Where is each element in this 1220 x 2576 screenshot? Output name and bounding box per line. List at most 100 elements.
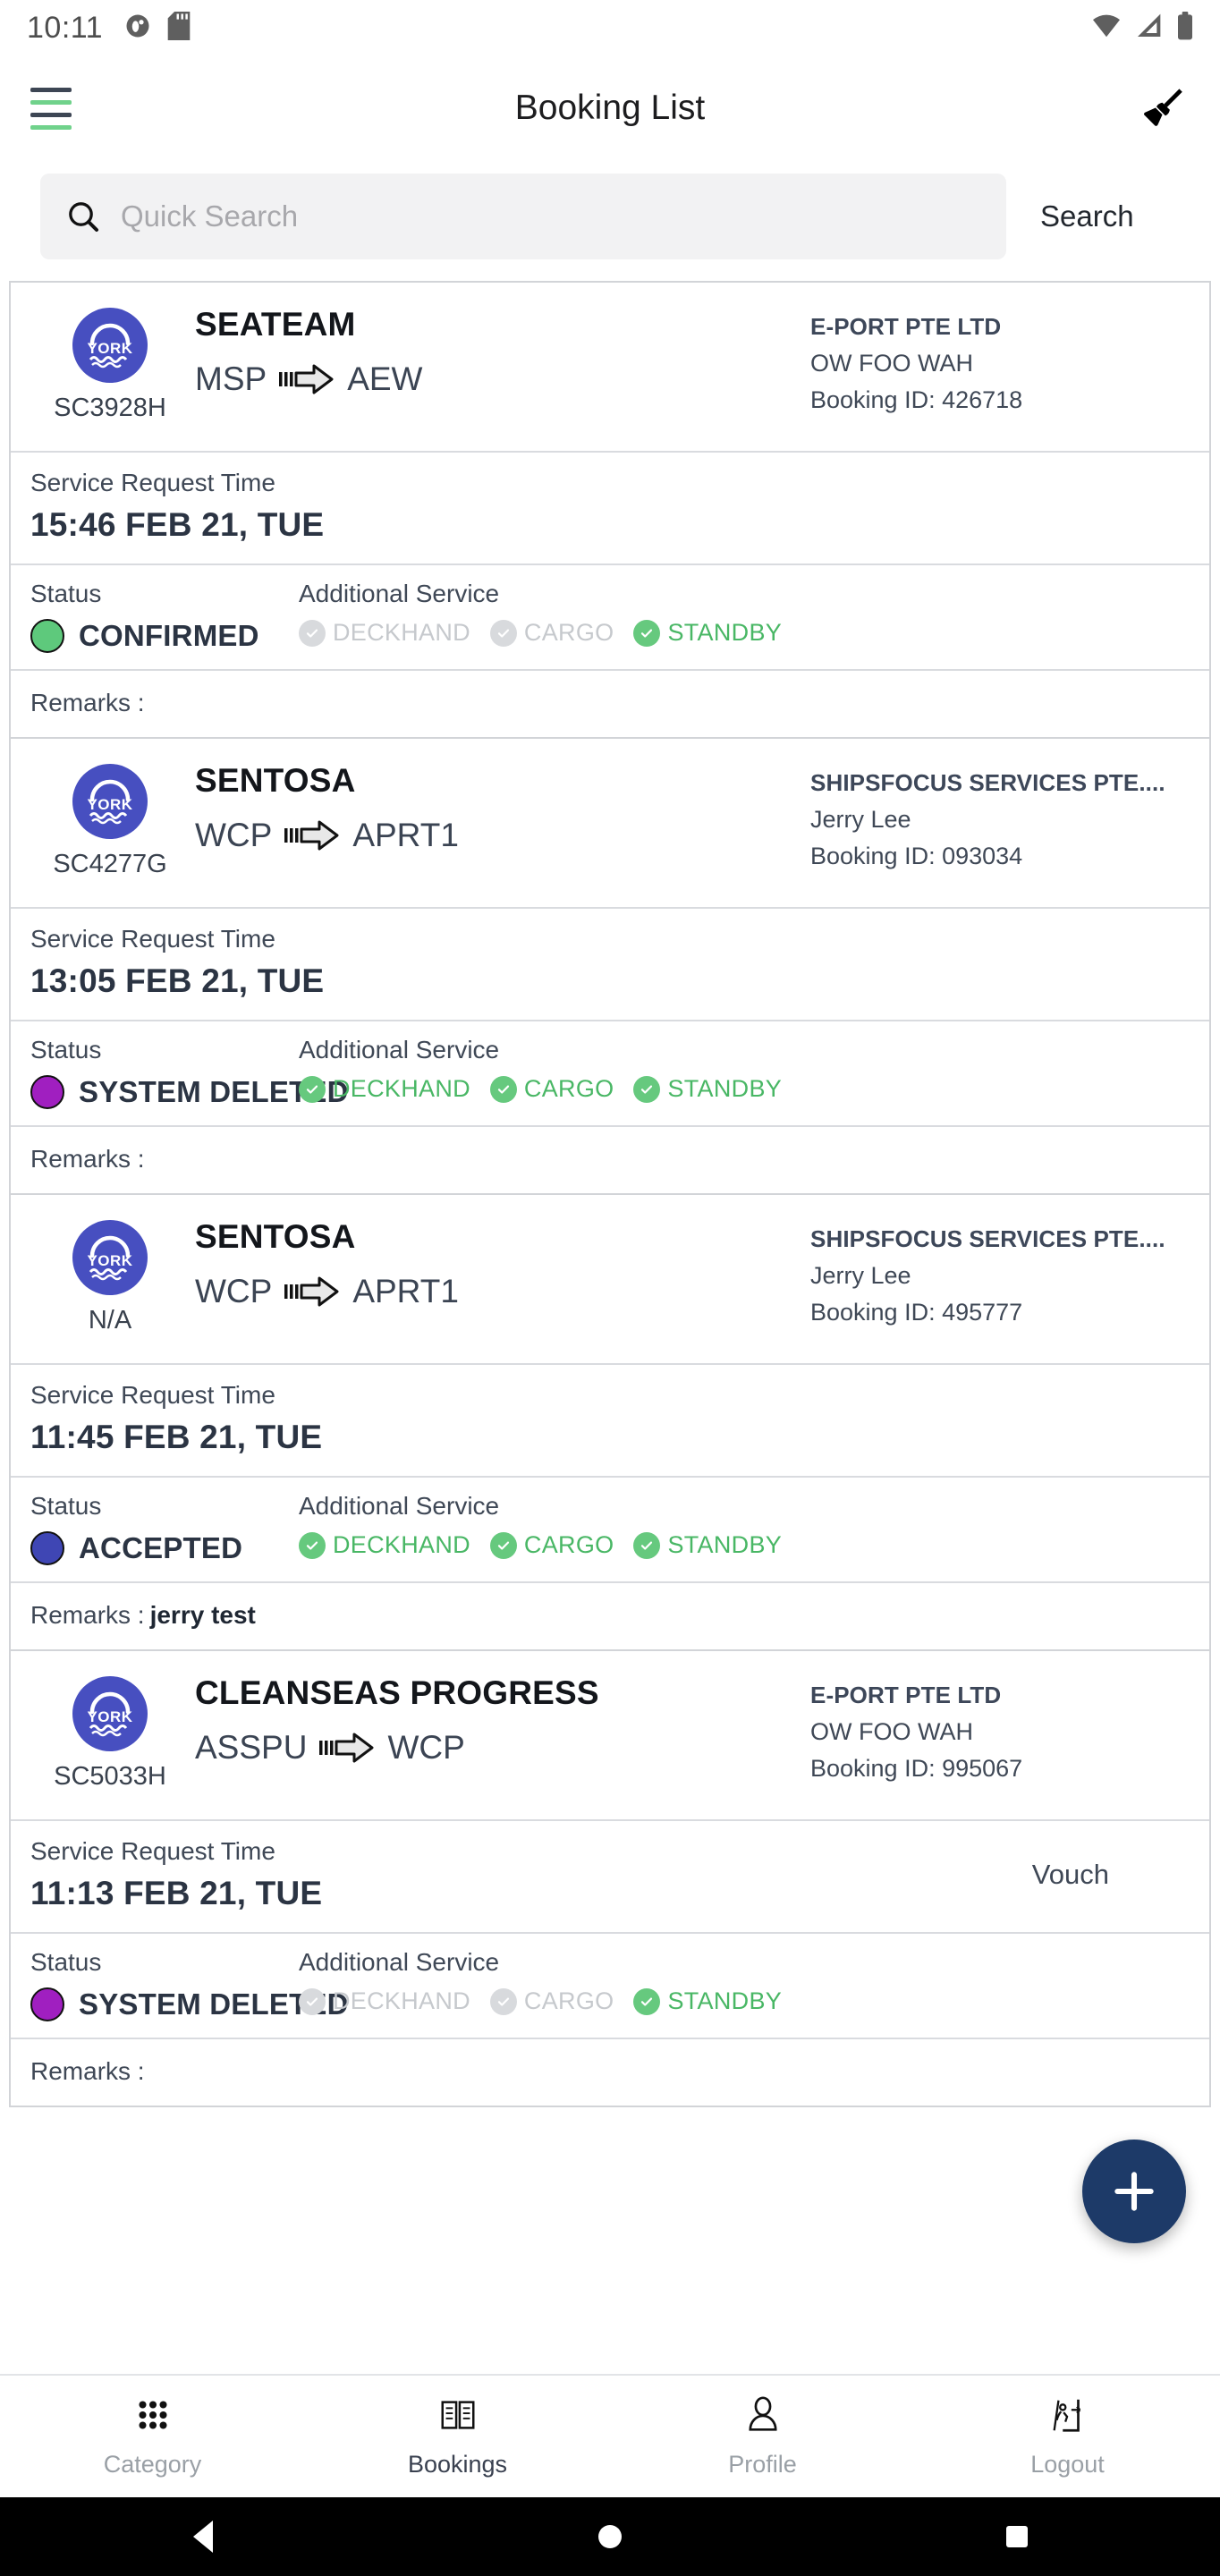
nav-item-bookings[interactable]: Bookings	[305, 2394, 610, 2479]
york-logo-icon: YORK	[72, 1676, 148, 1751]
status-label: Status	[30, 1948, 102, 1976]
check-circle-icon	[489, 1075, 517, 1103]
bottom-navigation-bar: Category Bookings Profile Logout	[0, 2374, 1220, 2497]
booking-main-info: SEATEAM MSP AEW	[195, 301, 810, 398]
booking-header-row[interactable]: YORK N/A SENTOSA WCP APRT1 SHIPSFOCUS SE…	[11, 1195, 1209, 1365]
service-request-time-label: Service Request Time	[30, 1837, 275, 1865]
check-circle-icon	[633, 1531, 661, 1559]
add-booking-fab[interactable]	[1082, 2140, 1186, 2243]
status-value: CONFIRMED	[79, 619, 259, 652]
search-input[interactable]	[121, 199, 987, 233]
remarks-row: Remarks :	[11, 2039, 1209, 2106]
booking-id: Booking ID: 995067	[810, 1755, 1023, 1782]
check-circle-icon	[633, 1987, 661, 2015]
svg-text:YORK: YORK	[87, 796, 132, 813]
status-value: ACCEPTED	[79, 1531, 243, 1564]
phone-screen: 10:11 Booking List Quick Search Search Y…	[0, 0, 1220, 2576]
status-badge: SYSTEM DELETED	[30, 1987, 348, 2021]
android-home-button[interactable]	[407, 2525, 814, 2548]
status-label: Status	[30, 580, 102, 607]
voucher-text: Vouch	[1031, 1859, 1109, 1890]
booking-header-row[interactable]: YORK SC5033H CLEANSEAS PROGRESS ASSPU WC…	[11, 1651, 1209, 1821]
home-circle-icon	[598, 2525, 622, 2548]
system-status-bar: 10:11	[0, 0, 1220, 55]
booking-company-info: SHIPSFOCUS SERVICES PTE.... Jerry Lee Bo…	[810, 757, 1195, 870]
booking-company-info: E-PORT PTE LTD OW FOO WAH Booking ID: 42…	[810, 301, 1195, 414]
grid-apps-icon	[132, 2394, 174, 2440]
booking-company-info: E-PORT PTE LTD OW FOO WAH Booking ID: 99…	[810, 1669, 1195, 1783]
status-row: Status SYSTEM DELETED Additional Service…	[11, 1021, 1209, 1127]
status-row: Status ACCEPTED Additional Service DECKH…	[11, 1478, 1209, 1583]
to-port: APRT1	[352, 816, 459, 853]
vessel-code: SC4277G	[53, 850, 167, 878]
status-bar-clock: 10:11	[27, 10, 104, 45]
booking-card[interactable]: YORK SC5033H CLEANSEAS PROGRESS ASSPU WC…	[9, 1651, 1211, 2107]
service-chip-cargo: CARGO	[489, 1075, 614, 1103]
service-request-time-value: 13:05 FEB 21, TUE	[30, 962, 325, 999]
service-name: STANDBY	[667, 1531, 783, 1558]
additional-service-label: Additional Service	[299, 1492, 500, 1520]
nav-item-profile[interactable]: Profile	[610, 2394, 915, 2479]
broom-clear-icon[interactable]	[1138, 83, 1188, 133]
android-recents-button[interactable]	[813, 2526, 1220, 2547]
vessel-badge: YORK N/A	[25, 1213, 195, 1335]
nav-label-bookings: Bookings	[407, 2451, 508, 2478]
service-name: STANDBY	[667, 619, 783, 646]
additional-service-list: DECKHAND CARGO STANDBY	[299, 619, 1195, 647]
additional-service-col: Additional Service DECKHAND CARGO STANDB…	[299, 580, 1195, 653]
check-circle-icon	[489, 1987, 517, 2015]
company-name: E-PORT PTE LTD	[810, 1682, 1002, 1708]
contact-name: Jerry Lee	[810, 1262, 911, 1289]
check-circle-icon	[633, 619, 661, 647]
booking-list[interactable]: YORK SC3928H SEATEAM MSP AEW E-PORT PTE …	[0, 272, 1220, 2374]
status-dot-icon	[30, 1531, 64, 1565]
search-button[interactable]: Search	[1006, 199, 1154, 233]
booking-card[interactable]: YORK SC3928H SEATEAM MSP AEW E-PORT PTE …	[9, 281, 1211, 739]
from-port: ASSPU	[195, 1728, 308, 1766]
to-port: APRT1	[352, 1272, 459, 1309]
status-bar-right-icons	[1091, 11, 1195, 45]
check-circle-icon	[633, 1075, 661, 1103]
android-back-button[interactable]	[0, 2521, 407, 2553]
status-dot-icon	[30, 1075, 64, 1109]
remarks-row: Remarks : jerry test	[11, 1583, 1209, 1649]
from-port: WCP	[195, 816, 273, 853]
app-notification-icon	[124, 13, 151, 44]
svg-text:YORK: YORK	[87, 1708, 132, 1725]
exit-door-icon	[1047, 2394, 1089, 2440]
route-arrow-icon	[319, 1732, 375, 1764]
service-request-time-value: 15:46 FEB 21, TUE	[30, 506, 325, 543]
search-box[interactable]	[40, 174, 1006, 259]
status-badge: SYSTEM DELETED	[30, 1075, 348, 1109]
booking-card[interactable]: YORK SC4277G SENTOSA WCP APRT1 SHIPSFOCU…	[9, 739, 1211, 1195]
booking-header-row[interactable]: YORK SC4277G SENTOSA WCP APRT1 SHIPSFOCU…	[11, 739, 1209, 909]
hamburger-menu-icon[interactable]	[30, 87, 72, 130]
check-circle-icon	[489, 619, 517, 647]
service-name: DECKHAND	[333, 619, 470, 646]
book-icon	[437, 2394, 479, 2440]
booking-card[interactable]: YORK N/A SENTOSA WCP APRT1 SHIPSFOCUS SE…	[9, 1195, 1211, 1651]
status-col: Status CONFIRMED	[30, 580, 299, 653]
from-port: WCP	[195, 1272, 273, 1309]
additional-service-label: Additional Service	[299, 1036, 500, 1063]
remarks-label: Remarks :	[30, 689, 145, 716]
wifi-icon	[1091, 13, 1122, 44]
additional-service-col: Additional Service DECKHAND CARGO STANDB…	[299, 1036, 1195, 1109]
android-navigation-bar	[0, 2497, 1220, 2576]
from-port: MSP	[195, 360, 267, 397]
additional-service-label: Additional Service	[299, 580, 500, 607]
vessel-badge: YORK SC4277G	[25, 757, 195, 879]
nav-item-category[interactable]: Category	[0, 2394, 305, 2479]
app-bar: Booking List	[0, 55, 1220, 161]
additional-service-col: Additional Service DECKHAND CARGO STANDB…	[299, 1492, 1195, 1565]
vessel-name: SENTOSA	[195, 1218, 356, 1255]
service-request-time-row: Service Request Time 11:45 FEB 21, TUE	[11, 1365, 1209, 1478]
recents-square-icon	[1005, 2526, 1028, 2547]
status-col: Status SYSTEM DELETED	[30, 1948, 348, 2021]
additional-service-list: DECKHAND CARGO STANDBY	[299, 1075, 1195, 1103]
booking-header-row[interactable]: YORK SC3928H SEATEAM MSP AEW E-PORT PTE …	[11, 283, 1209, 453]
remarks-value: jerry test	[149, 1601, 256, 1629]
status-col: Status SYSTEM DELETED	[30, 1036, 348, 1109]
company-name: E-PORT PTE LTD	[810, 313, 1002, 340]
nav-item-logout[interactable]: Logout	[915, 2394, 1220, 2479]
